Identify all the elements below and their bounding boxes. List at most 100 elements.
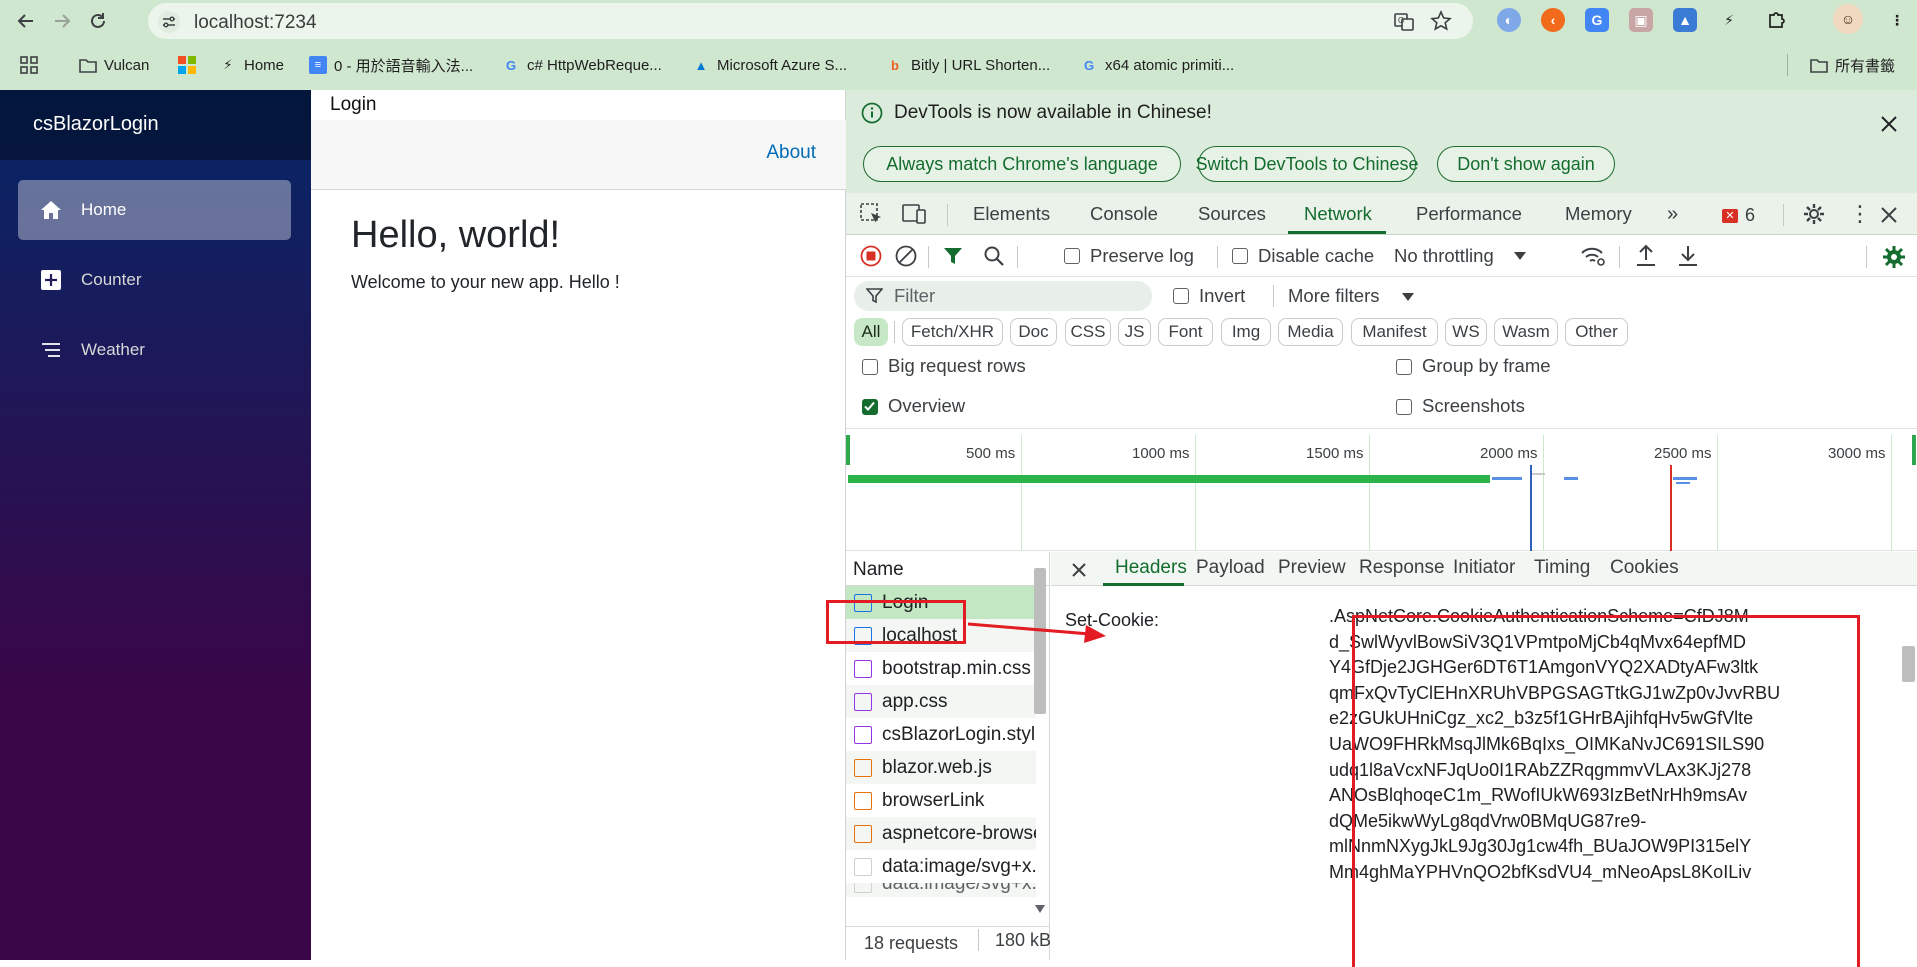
record-stop-icon[interactable] [860, 245, 882, 267]
dont-show-again-button[interactable]: Don't show again [1437, 146, 1615, 182]
extension-1-icon[interactable]: ◐ [1497, 8, 1521, 32]
clear-icon[interactable] [895, 245, 917, 267]
name-column-header[interactable]: Name [846, 552, 1090, 586]
timeline-left-handle[interactable] [846, 435, 850, 465]
settings-gear-icon[interactable] [1802, 202, 1826, 226]
tab-preview[interactable]: Preview [1278, 557, 1346, 579]
screenshots-checkbox[interactable] [1396, 399, 1412, 415]
filter-img[interactable]: Img [1221, 318, 1271, 346]
tab-cookies[interactable]: Cookies [1610, 557, 1679, 579]
filter-funnel-icon[interactable] [942, 245, 964, 267]
address-bar[interactable]: localhost:7234 G [148, 3, 1473, 39]
apps-grid-icon[interactable] [20, 54, 38, 76]
translate-icon[interactable]: G [1393, 11, 1415, 33]
network-overview-timeline[interactable]: 500 ms 1000 ms 1500 ms 2000 ms 2500 ms 3… [846, 435, 1917, 551]
back-button[interactable] [11, 6, 41, 36]
extension-bolt-icon[interactable]: ⚡ [1717, 8, 1741, 32]
filter-input[interactable]: Filter [854, 281, 1152, 311]
bookmark-docs[interactable]: ≡ 0 - 用於語音輸入法... [309, 54, 473, 76]
throttling-select[interactable]: No throttling [1394, 235, 1526, 277]
bookmark-vulcan[interactable]: Vulcan [79, 54, 149, 76]
close-detail-icon[interactable] [1071, 562, 1087, 578]
reload-button[interactable] [83, 6, 113, 36]
detail-scrollbar[interactable] [1902, 646, 1915, 682]
tab-response[interactable]: Response [1359, 557, 1445, 579]
network-settings-gear-icon[interactable] [1882, 245, 1906, 269]
preserve-log-checkbox[interactable] [1064, 248, 1080, 264]
extensions-puzzle-icon[interactable] [1765, 8, 1789, 32]
about-link[interactable]: About [766, 142, 816, 164]
disable-cache-checkbox[interactable] [1232, 248, 1248, 264]
close-devtools-icon[interactable] [1880, 206, 1898, 224]
invert-checkbox[interactable] [1173, 288, 1189, 304]
tab-payload[interactable]: Payload [1196, 557, 1265, 579]
nav-counter[interactable]: Counter [18, 250, 291, 310]
bookmark-azure[interactable]: ▲ Microsoft Azure S... [692, 54, 847, 76]
extension-3-icon[interactable]: G [1585, 8, 1609, 32]
request-row[interactable]: aspnetcore-browse... [846, 817, 1036, 850]
close-icon[interactable] [1877, 112, 1901, 136]
nav-weather[interactable]: Weather [18, 320, 291, 380]
filter-js[interactable]: JS [1118, 318, 1151, 346]
tab-network[interactable]: Network [1304, 193, 1372, 235]
request-row[interactable]: app.css [846, 685, 1036, 718]
request-row[interactable]: blazor.web.js [846, 751, 1036, 784]
extension-5-icon[interactable]: ▲ [1673, 8, 1697, 32]
browser-menu-icon[interactable]: ⋮ [1885, 8, 1909, 32]
extension-4-icon[interactable]: ▣ [1629, 8, 1653, 32]
bookmark-httpwebrequest[interactable]: G c# HttpWebReque... [502, 54, 662, 76]
profile-avatar[interactable]: ☺ [1833, 4, 1863, 34]
import-har-icon[interactable] [1635, 244, 1657, 268]
filter-css[interactable]: CSS [1065, 318, 1111, 346]
bookmark-star-icon[interactable] [1430, 10, 1452, 32]
overview-checkbox[interactable] [862, 399, 878, 415]
switch-to-chinese-button[interactable]: Switch DevTools to Chinese [1195, 146, 1419, 182]
site-info-icon[interactable] [158, 11, 180, 33]
tab-sources[interactable]: Sources [1198, 193, 1266, 235]
tab-timing[interactable]: Timing [1534, 557, 1590, 579]
bookmark-ms[interactable] [178, 54, 196, 76]
filter-ws[interactable]: WS [1445, 318, 1487, 346]
request-row[interactable]: csBlazorLogin.style... [846, 718, 1036, 751]
group-by-frame-checkbox[interactable] [1396, 359, 1412, 375]
bookmark-bitly[interactable]: b Bitly | URL Shorten... [886, 54, 1050, 76]
nav-home[interactable]: Home [18, 180, 291, 240]
filter-media[interactable]: Media [1278, 318, 1343, 346]
tab-headers[interactable]: Headers [1115, 557, 1187, 579]
forward-button[interactable] [47, 6, 77, 36]
export-har-icon[interactable] [1677, 244, 1699, 268]
more-tabs-icon[interactable]: » [1667, 193, 1678, 235]
filter-manifest[interactable]: Manifest [1351, 318, 1438, 346]
all-bookmarks[interactable]: 所有書籤 [1810, 54, 1895, 76]
tab-console[interactable]: Console [1090, 193, 1158, 235]
extension-2-icon[interactable]: ‹ [1541, 8, 1565, 32]
app-brand[interactable]: csBlazorLogin [33, 113, 159, 136]
filter-fetch-xhr[interactable]: Fetch/XHR [902, 318, 1003, 346]
error-counter[interactable]: ✕ 6 [1722, 205, 1755, 226]
request-row[interactable]: data:image/svg+x... [846, 883, 1036, 897]
request-row[interactable]: data:image/svg+x... [846, 850, 1036, 883]
more-filters-dropdown[interactable]: More filters [1288, 277, 1418, 313]
tab-elements[interactable]: Elements [973, 193, 1050, 235]
timeline-right-handle[interactable] [1912, 435, 1916, 465]
inspect-element-icon[interactable] [860, 203, 884, 225]
network-conditions-icon[interactable] [1580, 244, 1606, 268]
login-link[interactable]: Login [330, 94, 377, 116]
filter-font[interactable]: Font [1158, 318, 1213, 346]
request-row[interactable]: bootstrap.min.css [846, 652, 1036, 685]
tab-initiator[interactable]: Initiator [1453, 557, 1515, 579]
device-toolbar-icon[interactable] [902, 203, 928, 225]
tab-memory[interactable]: Memory [1565, 193, 1632, 235]
filter-all[interactable]: All [854, 318, 888, 346]
bookmark-x64[interactable]: G x64 atomic primiti... [1080, 54, 1234, 76]
request-row[interactable]: browserLink [846, 784, 1036, 817]
devtools-menu-icon[interactable]: ⋮ [1849, 201, 1871, 227]
filter-other[interactable]: Other [1565, 318, 1628, 346]
scroll-down-icon[interactable] [1035, 905, 1045, 913]
tab-performance[interactable]: Performance [1416, 193, 1522, 235]
bookmark-home[interactable]: ⚡ Home [219, 54, 284, 76]
match-language-button[interactable]: Always match Chrome's language [863, 146, 1181, 182]
filter-wasm[interactable]: Wasm [1494, 318, 1558, 346]
big-request-rows-checkbox[interactable] [862, 359, 878, 375]
search-icon[interactable] [983, 245, 1005, 267]
